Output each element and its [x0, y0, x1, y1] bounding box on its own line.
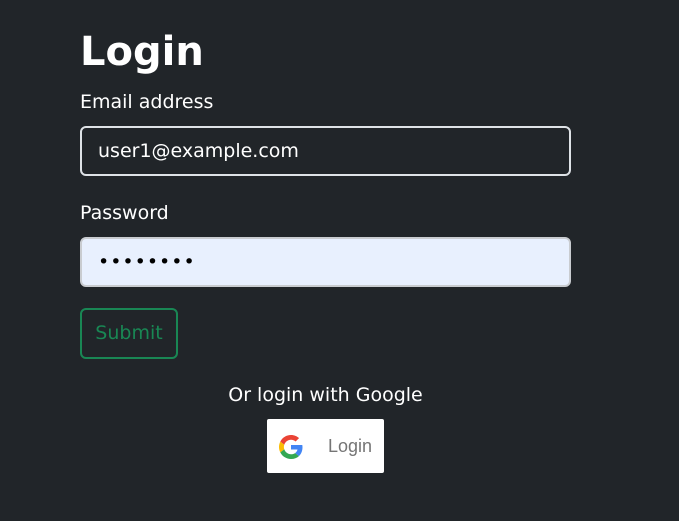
google-icon	[279, 435, 303, 459]
password-input[interactable]: ••••••••	[80, 237, 571, 287]
page-title: Login	[80, 29, 204, 75]
google-login-label: Login	[328, 436, 373, 456]
email-input[interactable]: user1@example.com	[80, 126, 571, 176]
password-label: Password	[80, 202, 169, 224]
submit-button[interactable]: Submit	[80, 308, 178, 359]
google-login-prompt: Or login with Google	[228, 384, 423, 406]
google-login-button[interactable]: Login	[267, 419, 384, 473]
email-label: Email address	[80, 91, 214, 113]
